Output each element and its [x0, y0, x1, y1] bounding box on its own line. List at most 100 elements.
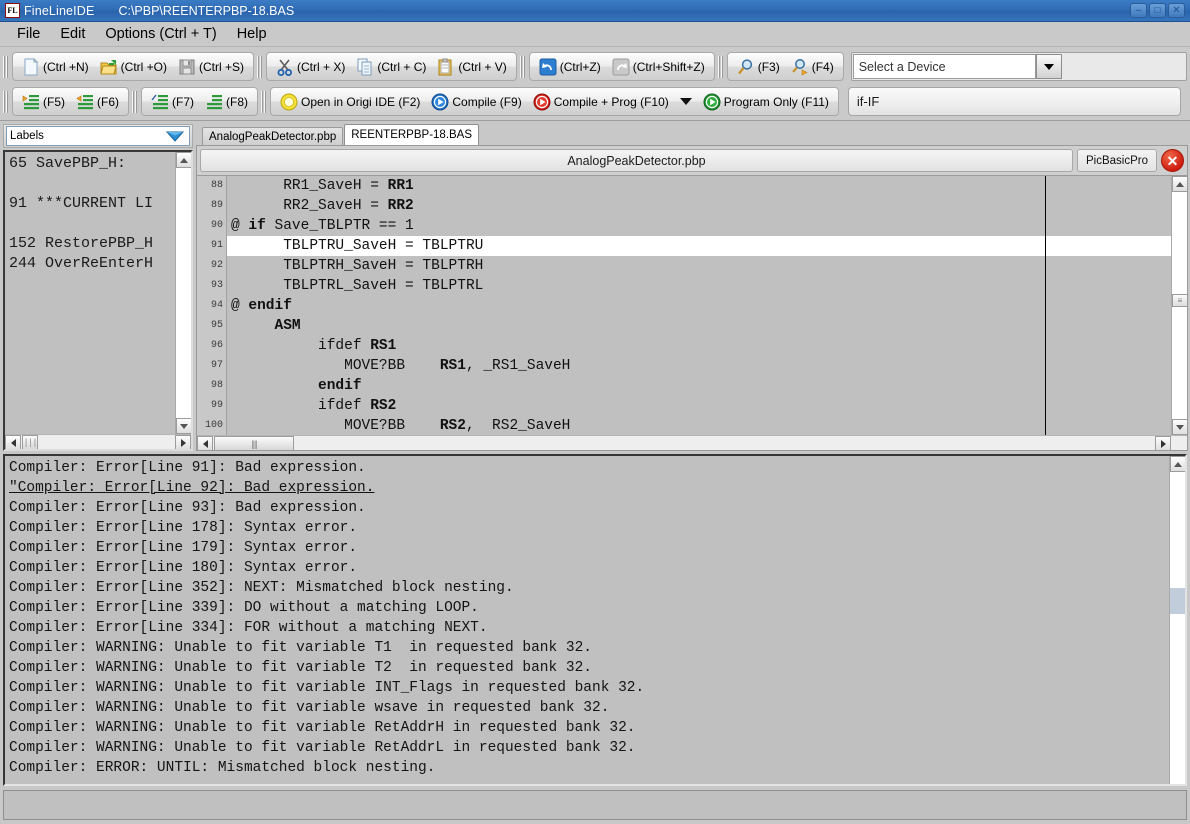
code-line[interactable]: TBLPTRH_SaveH = TBLPTRH [227, 256, 1171, 276]
code-line[interactable]: RR2_SaveH = RR2 [227, 196, 1171, 216]
toolbar-grip-7[interactable] [261, 89, 267, 114]
editor-file-name[interactable]: AnalogPeakDetector.pbp [200, 149, 1073, 172]
output-line[interactable]: Compiler: Error[Line 339]: DO without a … [9, 598, 1185, 618]
toolbar-grip-3[interactable] [520, 54, 526, 79]
undo-button[interactable]: (Ctrl+Z) [534, 54, 606, 79]
save-file-button[interactable]: (Ctrl +S) [173, 54, 249, 79]
scroll-up-button[interactable] [1170, 456, 1186, 472]
labels-horizontal-scrollbar[interactable]: ||| [5, 434, 191, 449]
editor-hscroll-thumb[interactable]: |||| [214, 436, 294, 450]
comment-button[interactable]: (F7) [146, 89, 199, 114]
find-button[interactable]: (F3) [732, 54, 785, 79]
list-item[interactable]: 152 RestorePBP_H [9, 234, 191, 254]
compile-and-program-button[interactable]: Compile + Prog (F10) [528, 89, 674, 114]
indent-right-button[interactable]: (F5) [17, 89, 70, 114]
chevron-left-icon [11, 439, 16, 447]
code-lines[interactable]: RR1_SaveH = RR1 RR2_SaveH = RR2@ if Save… [227, 176, 1171, 435]
list-item[interactable] [9, 214, 191, 234]
output-line[interactable]: Compiler: WARNING: Unable to fit variabl… [9, 678, 1185, 698]
compiler-output-panel[interactable]: Compiler: Error[Line 91]: Bad expression… [3, 454, 1187, 786]
code-keyword: endif [318, 378, 362, 394]
output-line[interactable]: Compiler: WARNING: Unable to fit variabl… [9, 658, 1185, 678]
open-in-original-ide-button[interactable]: Open in Origi IDE (F2) [275, 89, 425, 114]
scroll-right-button[interactable] [1155, 436, 1171, 450]
toolbar-grip-4[interactable] [718, 54, 724, 79]
code-line[interactable]: ifdef RS1 [227, 336, 1171, 356]
editor-horizontal-scrollbar[interactable]: |||| [197, 435, 1187, 450]
code-line[interactable]: ifdef RS2 [227, 396, 1171, 416]
output-line[interactable]: Compiler: WARNING: Unable to fit variabl… [9, 638, 1185, 658]
scroll-left-button[interactable] [197, 436, 213, 450]
scroll-right-button[interactable] [175, 435, 191, 450]
redo-button[interactable]: (Ctrl+Shift+Z) [607, 54, 710, 79]
scroll-up-button[interactable] [1172, 176, 1187, 192]
list-item[interactable]: 91 ***CURRENT LI [9, 194, 191, 214]
output-line[interactable]: Compiler: ERROR: UNTIL: Mismatched block… [9, 758, 1185, 778]
device-input[interactable]: Select a Device [853, 54, 1036, 79]
output-line[interactable]: Compiler: Error[Line 91]: Bad expression… [9, 458, 1185, 478]
uncomment-button[interactable]: (F8) [200, 89, 253, 114]
labels-hscroll-thumb[interactable]: ||| [22, 435, 38, 450]
toolbar-grip-5[interactable] [3, 89, 9, 114]
code-line[interactable]: ASM [227, 316, 1171, 336]
output-line[interactable]: Compiler: Error[Line 178]: Syntax error. [9, 518, 1185, 538]
labels-vertical-scrollbar[interactable] [175, 152, 191, 434]
code-line[interactable]: RR1_SaveH = RR1 [227, 176, 1171, 196]
list-item[interactable] [9, 174, 191, 194]
output-line[interactable]: Compiler: Error[Line 93]: Bad expression… [9, 498, 1185, 518]
paste-button[interactable]: (Ctrl + V) [432, 54, 511, 79]
output-vertical-scrollbar[interactable] [1169, 456, 1185, 784]
close-window-button[interactable]: ✕ [1168, 3, 1185, 18]
output-line[interactable]: Compiler: WARNING: Unable to fit variabl… [9, 738, 1185, 758]
tab-analogpeakdetector[interactable]: AnalogPeakDetector.pbp [202, 127, 343, 145]
program-only-button[interactable]: Program Only (F11) [698, 89, 834, 114]
menu-item-file[interactable]: File [8, 24, 49, 44]
indent-left-button[interactable]: (F6) [71, 89, 124, 114]
close-tab-button[interactable]: ✕ [1161, 149, 1184, 172]
output-line[interactable]: Compiler: WARNING: Unable to fit variabl… [9, 698, 1185, 718]
output-line[interactable]: Compiler: Error[Line 334]: FOR without a… [9, 618, 1185, 638]
blue-diamond-icon[interactable] [164, 129, 186, 143]
maximize-button[interactable]: □ [1149, 3, 1166, 18]
output-line[interactable]: Compiler: WARNING: Unable to fit variabl… [9, 718, 1185, 738]
output-vscroll-thumb[interactable] [1170, 588, 1186, 614]
code-line[interactable]: MOVE?BB RS1, _RS1_SaveH [227, 356, 1171, 376]
compile-button[interactable]: Compile (F9) [426, 89, 526, 114]
scroll-up-button[interactable] [176, 152, 192, 168]
list-item[interactable]: 244 OverReEnterH [9, 254, 191, 274]
editor-vscroll-thumb[interactable]: ≡ [1172, 294, 1187, 307]
copy-button[interactable]: (Ctrl + C) [351, 54, 431, 79]
output-line[interactable]: Compiler: Error[Line 352]: NEXT: Mismatc… [9, 578, 1185, 598]
code-line[interactable]: endif [227, 376, 1171, 396]
cut-button[interactable]: (Ctrl + X) [271, 54, 350, 79]
code-line[interactable]: @ if Save_TBLPTR == 1 [227, 216, 1171, 236]
output-line[interactable]: "Compiler: Error[Line 92]: Bad expressio… [9, 478, 1185, 498]
code-line[interactable]: @ endif [227, 296, 1171, 316]
toolbar-grip-2[interactable] [257, 54, 263, 79]
language-mode-button[interactable]: PicBasicPro [1077, 149, 1157, 172]
scroll-left-button[interactable] [5, 435, 21, 450]
device-dropdown-arrow-icon[interactable] [1036, 54, 1062, 79]
menu-item-help[interactable]: Help [228, 24, 276, 44]
code-line[interactable]: MOVE?BB RS2, RS2_SaveH [227, 416, 1171, 435]
list-item[interactable]: 65 SavePBP_H: [9, 154, 191, 174]
new-file-button[interactable]: (Ctrl +N) [17, 54, 94, 79]
menu-item-options[interactable]: Options (Ctrl + T) [96, 24, 225, 44]
menu-item-edit[interactable]: Edit [51, 24, 94, 44]
code-line[interactable]: TBLPTRL_SaveH = TBLPTRL [227, 276, 1171, 296]
scroll-down-button[interactable] [176, 418, 192, 434]
device-selector[interactable]: Select a Device [851, 52, 1187, 81]
build-options-dropdown-icon[interactable] [675, 89, 697, 114]
toolbar-grip-6[interactable] [132, 89, 138, 114]
find-next-button[interactable]: (F4) [786, 54, 839, 79]
output-line[interactable]: Compiler: Error[Line 179]: Syntax error. [9, 538, 1185, 558]
output-line[interactable]: Compiler: Error[Line 180]: Syntax error. [9, 558, 1185, 578]
open-file-button[interactable]: (Ctrl +O) [95, 54, 172, 79]
scroll-down-button[interactable] [1172, 419, 1187, 435]
editor-vertical-scrollbar[interactable]: ≡ [1171, 176, 1187, 450]
tab-reenterpbp[interactable]: REENTERPBP-18.BAS [344, 124, 479, 145]
code-line[interactable]: TBLPTRU_SaveH = TBLPTRU [227, 236, 1171, 256]
toolbar-grip[interactable] [3, 54, 9, 79]
labels-combo[interactable]: Labels [6, 126, 190, 146]
minimize-button[interactable]: – [1130, 3, 1147, 18]
